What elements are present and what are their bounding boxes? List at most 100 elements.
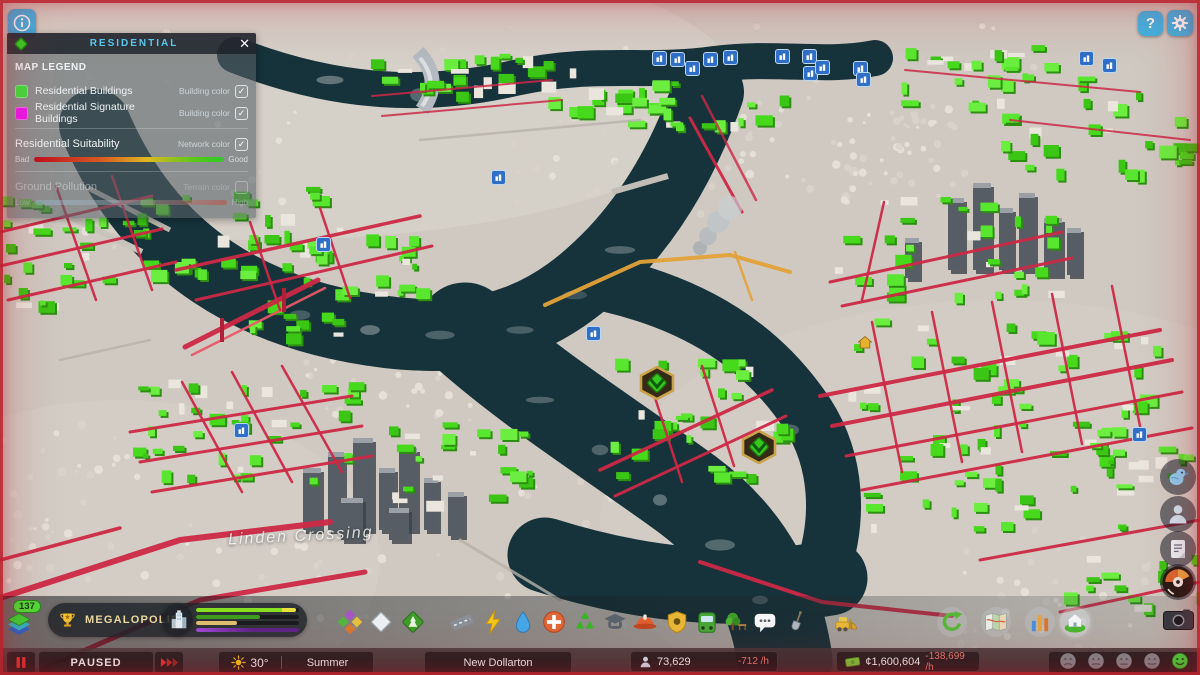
bulldozer-tool-button[interactable] [831, 607, 861, 637]
city-progress-icon [171, 610, 187, 629]
legend-type-label: Building color [178, 86, 230, 96]
chirper-button[interactable] [1160, 459, 1196, 495]
pause-button[interactable] [6, 651, 36, 674]
progression-tool-button[interactable] [937, 607, 967, 637]
legend-checkbox[interactable]: ✓ [235, 106, 248, 120]
roads-tool-button[interactable] [447, 607, 477, 637]
city-name-button[interactable]: New Dollarton [424, 651, 572, 674]
vegetation-tool-button[interactable] [398, 607, 428, 637]
happiness-face-neutral[interactable] [1115, 652, 1133, 673]
building-levelup-marker[interactable] [670, 52, 685, 67]
house-marker[interactable] [857, 335, 873, 349]
settings-button[interactable] [1167, 10, 1193, 36]
building-levelup-marker[interactable] [1132, 427, 1147, 442]
landscaping-tool-button[interactable] [782, 607, 812, 637]
radio-button[interactable] [1160, 564, 1196, 600]
legend-item-label: Residential Signature Buildings [35, 101, 135, 125]
communications-tool-button[interactable] [750, 607, 780, 637]
gradient-bar [34, 200, 227, 205]
money-widget[interactable]: ¢1,600,604 -138,699 /h [836, 650, 980, 673]
happiness-face-smile[interactable] [1171, 652, 1189, 673]
legend-gradient-block: Ground Pollution Terrain color Low High [15, 176, 248, 210]
population-value: 73,629 [657, 655, 691, 668]
pause-icon [16, 657, 26, 668]
health-tool-button[interactable] [539, 607, 569, 637]
building-levelup-marker[interactable] [491, 170, 506, 185]
population-icon [640, 656, 651, 667]
photo-mode-button[interactable] [1163, 609, 1194, 630]
population-rate: -712 /h [737, 656, 769, 667]
help-button[interactable]: ? [1138, 11, 1163, 36]
water-tool-button[interactable] [508, 607, 538, 637]
building-levelup-marker[interactable] [316, 237, 331, 252]
citizen-info-button[interactable] [1160, 496, 1196, 532]
speed-fast-forward-button[interactable] [154, 651, 184, 674]
building-levelup-marker[interactable] [1079, 51, 1094, 66]
transport-tool-button[interactable] [692, 607, 722, 637]
legend-color-swatch [15, 84, 28, 98]
building-levelup-marker[interactable] [234, 423, 249, 438]
weather-widget[interactable]: 30° Summer [218, 651, 374, 674]
legend-color-swatch [15, 106, 28, 120]
happiness-face-slight-frown[interactable] [1087, 652, 1105, 673]
residential-info-tool-button[interactable] [1060, 607, 1090, 637]
legend-checkbox[interactable]: ✓ [235, 84, 248, 98]
building-levelup-marker[interactable] [856, 72, 871, 87]
milestone-level-badge[interactable]: 137 [13, 600, 41, 613]
zoning-tool-button[interactable] [335, 607, 365, 637]
development-progress-pill[interactable] [162, 603, 307, 637]
areas-tool-button[interactable] [366, 607, 396, 637]
game-screen: Linden Crossing ? RESIDENTIAL ✕ MAP LEGE… [0, 0, 1200, 675]
happiness-face-frown[interactable] [1059, 652, 1077, 673]
building-levelup-marker[interactable] [703, 52, 718, 67]
gradient-bar [34, 157, 224, 162]
legend-gradient-block: Residential Suitability Network color ✓ Bad… [15, 133, 248, 167]
status-bar: PAUSED 30° Summer New Dollarton 73,629 -… [0, 648, 1200, 675]
season-label: Summer [306, 656, 349, 669]
legend-gradient-label: Ground Pollution [15, 181, 97, 193]
close-icon[interactable]: ✕ [239, 37, 250, 50]
legend-gradient-label: Residential Suitability [15, 138, 120, 150]
statistics-tool-button[interactable] [1025, 607, 1055, 637]
legend-checkbox[interactable] [235, 180, 248, 194]
zone-hex-badge[interactable] [740, 429, 778, 465]
garbage-tool-button[interactable] [570, 607, 600, 637]
fire-tool-button[interactable] [630, 607, 660, 637]
education-tool-button[interactable] [600, 607, 630, 637]
building-levelup-marker[interactable] [652, 51, 667, 66]
infoview-tool-button[interactable] [981, 607, 1011, 637]
police-tool-button[interactable] [662, 607, 692, 637]
building-levelup-marker[interactable] [723, 50, 738, 65]
building-levelup-marker[interactable] [775, 49, 790, 64]
legend-type-label: Building color [178, 108, 230, 118]
simulation-state-label: PAUSED [38, 651, 154, 674]
progress-bar [196, 621, 299, 626]
trophy-icon [60, 613, 75, 627]
milestone-icon[interactable] [4, 610, 34, 643]
happiness-face-slight-smile[interactable] [1143, 652, 1161, 673]
zone-hex-badge[interactable] [638, 365, 676, 401]
building-levelup-marker[interactable] [1102, 58, 1117, 73]
electricity-tool-button[interactable] [478, 607, 508, 637]
building-levelup-marker[interactable] [586, 326, 601, 341]
population-widget[interactable]: 73,629 -712 /h [630, 651, 778, 672]
money-value: ¢1,600,604 [865, 655, 921, 668]
legend-item: Residential Signature Buildings Building … [15, 101, 248, 125]
residential-diamond-icon [14, 37, 28, 50]
gradient-max-label: High [231, 198, 248, 207]
legend-type-label: Network color [178, 139, 230, 149]
gear-icon [1171, 14, 1189, 32]
legend-item: Residential Buildings Building color ✓ [15, 80, 248, 102]
panel-title: RESIDENTIAL [89, 38, 179, 49]
building-levelup-marker[interactable] [815, 60, 830, 75]
progress-bar [196, 627, 299, 632]
building-levelup-marker[interactable] [685, 61, 700, 76]
happiness-widget[interactable] [1048, 651, 1200, 674]
money-rate: -138,699 /h [925, 650, 965, 673]
legend-checkbox[interactable]: ✓ [235, 137, 248, 151]
temperature-value: 30° [250, 655, 269, 670]
residential-infoview-panel: RESIDENTIAL ✕ MAP LEGEND Residential Bui… [7, 33, 256, 218]
parks-tool-button[interactable] [721, 607, 751, 637]
progress-bar [196, 614, 299, 619]
journal-button[interactable] [1160, 531, 1196, 567]
